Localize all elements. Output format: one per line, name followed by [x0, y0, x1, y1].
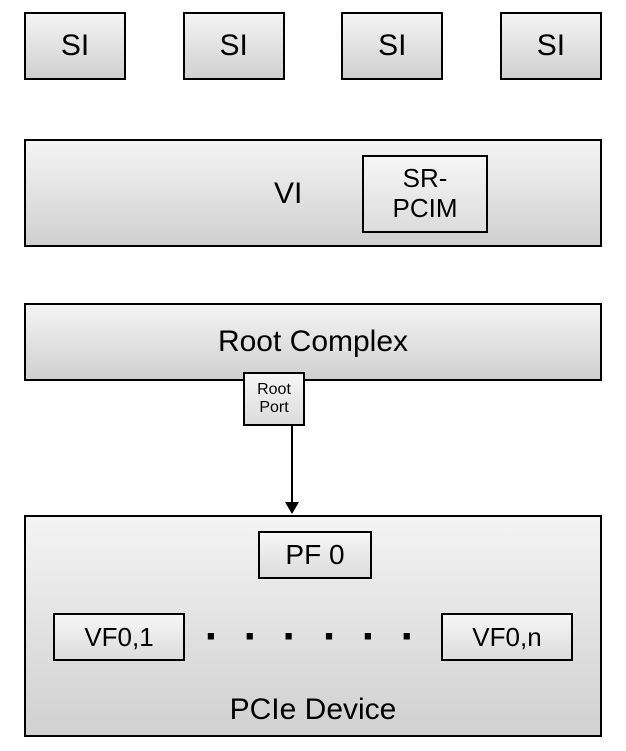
arrow-connector: [291, 426, 293, 506]
vf-box-first: VF0,1: [53, 613, 185, 661]
vi-label: VI: [274, 177, 302, 211]
vf-row: VF0,1 · · · · · · VF0,n: [53, 613, 573, 661]
si-box-4: SI: [500, 12, 602, 80]
root-complex-box: Root Complex: [24, 303, 602, 381]
si-row: SI SI SI SI: [24, 12, 602, 80]
vf-box-last: VF0,n: [441, 613, 573, 661]
vi-box: VI SR- PCIM: [24, 139, 602, 247]
arrow-head-icon: [285, 502, 299, 514]
root-port-box: Root Port: [243, 372, 305, 426]
pcie-device-box: PF 0 VF0,1 · · · · · · VF0,n PCIe Device: [24, 515, 602, 737]
pf-box: PF 0: [258, 531, 372, 579]
si-box-2: SI: [183, 12, 285, 80]
si-box-3: SI: [341, 12, 443, 80]
sr-pcim-box: SR- PCIM: [362, 155, 488, 233]
ellipsis-1: · · ·: [205, 615, 303, 659]
pcie-device-label: PCIe Device: [26, 693, 600, 727]
ellipsis-2: · · ·: [323, 615, 421, 659]
si-box-1: SI: [24, 12, 126, 80]
